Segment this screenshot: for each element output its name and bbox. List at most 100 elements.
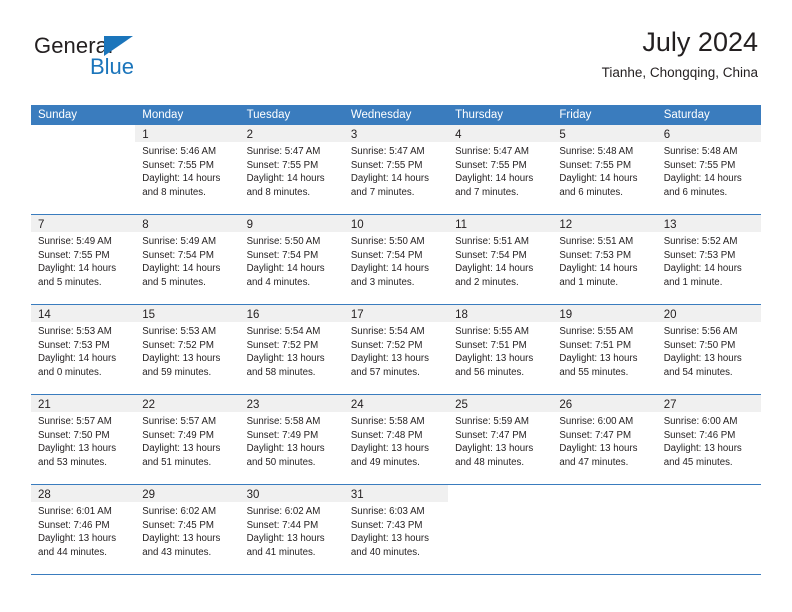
day-detail-line: Sunset: 7:47 PM	[559, 429, 632, 441]
day-number: 14	[38, 309, 51, 321]
day-number-bar: 24	[343, 395, 449, 412]
day-detail-line: Sunset: 7:55 PM	[246, 159, 319, 171]
day-detail-line: and 40 minutes.	[350, 546, 420, 558]
day-detail-line: Daylight: 14 hours	[142, 263, 221, 274]
day-cell[interactable]: 8 Sunrise: 5:49 AM Sunset: 7:54 PM Daylight…	[135, 215, 240, 304]
calendar-grid: Sunday Monday Tuesday Wednesday Thursday Frid…	[31, 105, 761, 575]
day-details: Sunrise: 5:58 AM Sunset: 7:48 PM Daylight:…	[344, 412, 448, 469]
day-number: 13	[663, 219, 677, 231]
day-detail-line: Daylight: 13 hours	[246, 443, 325, 454]
day-number: 10	[350, 219, 364, 231]
day-cell[interactable]: 24 Sunrise: 5:58 AM Sunset: 7:48 PM Dayligh…	[343, 395, 449, 484]
day-cell[interactable]: 10 Sunrise: 5:50 AM Sunset: 7:54 PM Dayligh…	[343, 215, 449, 304]
day-detail-line: and 41 minutes.	[246, 546, 316, 558]
day-detail-line: Daylight: 14 hours	[38, 263, 117, 274]
day-detail-line: Sunset: 7:49 PM	[142, 429, 214, 441]
day-detail-line: Sunset: 7:55 PM	[455, 159, 527, 171]
day-cell[interactable]: 3 Sunrise: 5:47 AM Sunset: 7:55 PM Daylight…	[343, 125, 449, 214]
day-number: 25	[455, 399, 468, 411]
day-detail-line: Sunset: 7:50 PM	[663, 339, 736, 351]
day-number: 22	[142, 399, 156, 411]
day-cell[interactable]: 27 Sunrise: 6:00 AM Sunset: 7:46 PM Dayligh…	[656, 395, 761, 484]
day-number-bar: 26	[552, 395, 657, 412]
day-detail-line: Daylight: 13 hours	[246, 533, 325, 544]
day-cell[interactable]: 2 Sunrise: 5:47 AM Sunset: 7:55 PM Daylight…	[239, 125, 344, 214]
day-detail-line: Sunrise: 5:56 AM	[663, 326, 738, 337]
day-cell[interactable]: 30 Sunrise: 6:02 AM Sunset: 7:44 PM Dayligh…	[239, 485, 344, 574]
day-detail-line: Sunset: 7:47 PM	[455, 429, 527, 441]
day-cell[interactable]: 29 Sunrise: 6:02 AM Sunset: 7:45 PM Dayligh…	[135, 485, 240, 574]
day-cell[interactable]: 22 Sunrise: 5:57 AM Sunset: 7:49 PM Dayligh…	[135, 395, 240, 484]
day-number: 15	[142, 309, 156, 321]
day-number: 28	[38, 489, 51, 501]
day-cell[interactable]: 20 Sunrise: 5:56 AM Sunset: 7:50 PM Dayligh…	[656, 305, 761, 394]
day-cell[interactable]: 25 Sunrise: 5:59 AM Sunset: 7:47 PM Dayligh…	[448, 395, 553, 484]
day-detail-line: and 43 minutes.	[142, 546, 212, 558]
day-cell[interactable]: 23 Sunrise: 5:58 AM Sunset: 7:49 PM Dayligh…	[239, 395, 344, 484]
day-detail-line: Sunset: 7:53 PM	[38, 339, 110, 351]
day-cell[interactable]: 31 Sunrise: 6:03 AM Sunset: 7:43 PM Dayligh…	[343, 485, 449, 574]
day-detail-line: and 45 minutes.	[663, 456, 733, 468]
day-detail-line: Daylight: 14 hours	[350, 173, 429, 184]
day-cell[interactable]: 1 Sunrise: 5:46 AM Sunset: 7:55 PM Daylight…	[135, 125, 240, 214]
day-detail-line: Sunset: 7:52 PM	[350, 339, 423, 351]
day-detail-line: Daylight: 13 hours	[455, 353, 534, 364]
day-cell[interactable]: 16 Sunrise: 5:54 AM Sunset: 7:52 PM Dayligh…	[239, 305, 344, 394]
day-detail-line: and 48 minutes.	[455, 456, 525, 468]
day-details: Sunrise: 5:59 AM Sunset: 7:47 PM Daylight:…	[448, 412, 552, 469]
day-detail-line: and 44 minutes.	[38, 546, 107, 558]
day-cell[interactable]: 13 Sunrise: 5:52 AM Sunset: 7:53 PM Dayligh…	[656, 215, 761, 304]
day-details: Sunrise: 5:50 AM Sunset: 7:54 PM Daylight:…	[344, 232, 448, 289]
day-details	[31, 142, 135, 145]
day-details	[552, 502, 656, 505]
day-number: 26	[559, 399, 573, 411]
day-detail-line: Sunrise: 5:57 AM	[38, 416, 112, 427]
day-cell[interactable]: 7 Sunrise: 5:49 AM Sunset: 7:55 PM Daylight…	[31, 215, 136, 304]
day-number: 7	[38, 219, 45, 231]
day-cell[interactable]: 4 Sunrise: 5:47 AM Sunset: 7:55 PM Daylight…	[448, 125, 553, 214]
day-detail-line: Sunrise: 5:53 AM	[38, 326, 112, 337]
day-detail-line: Sunset: 7:53 PM	[663, 249, 736, 261]
calendar-week-row: 21 Sunrise: 5:57 AM Sunset: 7:50 PM Dayligh…	[31, 395, 761, 485]
day-detail-line: Daylight: 14 hours	[663, 263, 742, 274]
day-cell[interactable]: 9 Sunrise: 5:50 AM Sunset: 7:54 PM Daylight…	[239, 215, 344, 304]
day-detail-line: Sunrise: 5:47 AM	[455, 146, 529, 157]
day-detail-line: Sunrise: 5:46 AM	[142, 146, 217, 157]
day-cell[interactable]: 17 Sunrise: 5:54 AM Sunset: 7:52 PM Dayligh…	[343, 305, 449, 394]
day-cell[interactable]: 28 Sunrise: 6:01 AM Sunset: 7:46 PM Dayligh…	[31, 485, 136, 574]
day-details	[657, 502, 761, 505]
day-detail-line: Daylight: 14 hours	[559, 173, 638, 184]
day-cell[interactable]: 5 Sunrise: 5:48 AM Sunset: 7:55 PM Daylight…	[552, 125, 657, 214]
page-header: General Blue July 2024 Tianhe, Chongqing…	[34, 26, 758, 96]
title-block: July 2024 Tianhe, Chongqing, China	[602, 26, 758, 81]
day-detail-line: Daylight: 14 hours	[663, 173, 742, 184]
brand-logo[interactable]: General Blue	[34, 34, 164, 86]
day-number-bar: 1	[135, 125, 240, 142]
day-details: Sunrise: 5:46 AM Sunset: 7:55 PM Daylight:…	[135, 142, 239, 199]
day-number: 24	[350, 399, 364, 411]
day-cell[interactable]: 21 Sunrise: 5:57 AM Sunset: 7:50 PM Dayligh…	[31, 395, 136, 484]
day-cell[interactable]: 15 Sunrise: 5:53 AM Sunset: 7:52 PM Dayligh…	[135, 305, 240, 394]
day-cell[interactable]: 12 Sunrise: 5:51 AM Sunset: 7:53 PM Dayligh…	[552, 215, 657, 304]
day-detail-line: Sunrise: 5:49 AM	[142, 236, 217, 247]
day-detail-line: Sunrise: 5:57 AM	[142, 416, 217, 427]
day-detail-line: and 0 minutes.	[38, 366, 102, 378]
day-cell[interactable]: 26 Sunrise: 6:00 AM Sunset: 7:47 PM Dayligh…	[552, 395, 657, 484]
weekday-header-wednesday: Wednesday	[350, 109, 412, 121]
day-cell[interactable]: 11 Sunrise: 5:51 AM Sunset: 7:54 PM Dayligh…	[448, 215, 553, 304]
day-detail-line: Daylight: 13 hours	[142, 353, 221, 364]
day-number-bar	[31, 125, 136, 142]
day-details: Sunrise: 5:55 AM Sunset: 7:51 PM Daylight:…	[552, 322, 656, 379]
page-subtitle: Tianhe, Chongqing, China	[601, 65, 758, 80]
day-cell[interactable]: 6 Sunrise: 5:48 AM Sunset: 7:55 PM Daylight…	[656, 125, 761, 214]
weekday-header-saturday: Saturday	[663, 109, 710, 121]
day-details: Sunrise: 5:53 AM Sunset: 7:52 PM Daylight:…	[135, 322, 239, 379]
day-details: Sunrise: 5:52 AM Sunset: 7:53 PM Daylight:…	[657, 232, 761, 289]
weekday-header-thursday: Thursday	[455, 109, 504, 121]
day-number-bar	[448, 485, 553, 502]
day-cell[interactable]: 19 Sunrise: 5:55 AM Sunset: 7:51 PM Dayligh…	[552, 305, 657, 394]
day-number: 9	[246, 219, 253, 231]
day-number-bar: 13	[656, 215, 761, 232]
day-cell[interactable]: 18 Sunrise: 5:55 AM Sunset: 7:51 PM Dayligh…	[448, 305, 553, 394]
day-cell[interactable]: 14 Sunrise: 5:53 AM Sunset: 7:53 PM Dayligh…	[31, 305, 136, 394]
